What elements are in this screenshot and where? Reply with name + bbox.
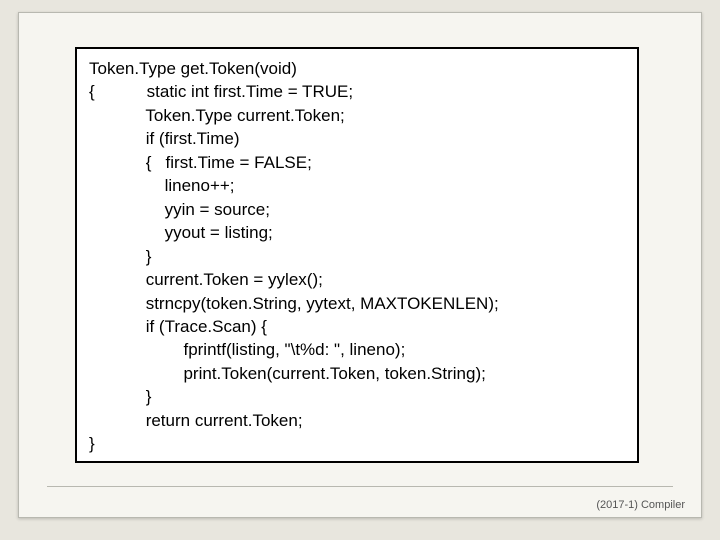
code-line: } xyxy=(89,434,95,453)
code-line: } xyxy=(146,387,152,406)
code-line: if (Trace.Scan) { xyxy=(146,317,267,336)
code-box: Token.Type get.Token(void) { static int … xyxy=(75,47,639,463)
slide: Token.Type get.Token(void) { static int … xyxy=(0,0,720,540)
code-line: current.Token = yylex(); xyxy=(146,270,323,289)
code-line: static int first.Time = TRUE; xyxy=(147,82,353,101)
code-block: Token.Type get.Token(void) { static int … xyxy=(89,57,625,456)
code-line: yyin = source; xyxy=(165,200,270,219)
code-line: } xyxy=(146,247,152,266)
code-line: { first.Time = FALSE; xyxy=(146,153,312,172)
code-line: Token.Type get.Token(void) xyxy=(89,59,297,78)
code-line: lineno++; xyxy=(165,176,235,195)
code-line: { xyxy=(89,82,95,101)
code-line: yyout = listing; xyxy=(165,223,273,242)
code-line: fprintf(listing, "\t%d: ", lineno); xyxy=(183,340,405,359)
code-line: print.Token(current.Token, token.String)… xyxy=(183,364,485,383)
footer-label: (2017-1) Compiler xyxy=(596,499,685,511)
code-line: if (first.Time) xyxy=(146,129,240,148)
slide-card: Token.Type get.Token(void) { static int … xyxy=(18,12,702,518)
divider-line xyxy=(47,486,673,487)
code-line: return current.Token; xyxy=(146,411,303,430)
code-line: strncpy(token.String, yytext, MAXTOKENLE… xyxy=(146,294,499,313)
code-line: Token.Type current.Token; xyxy=(145,106,344,125)
